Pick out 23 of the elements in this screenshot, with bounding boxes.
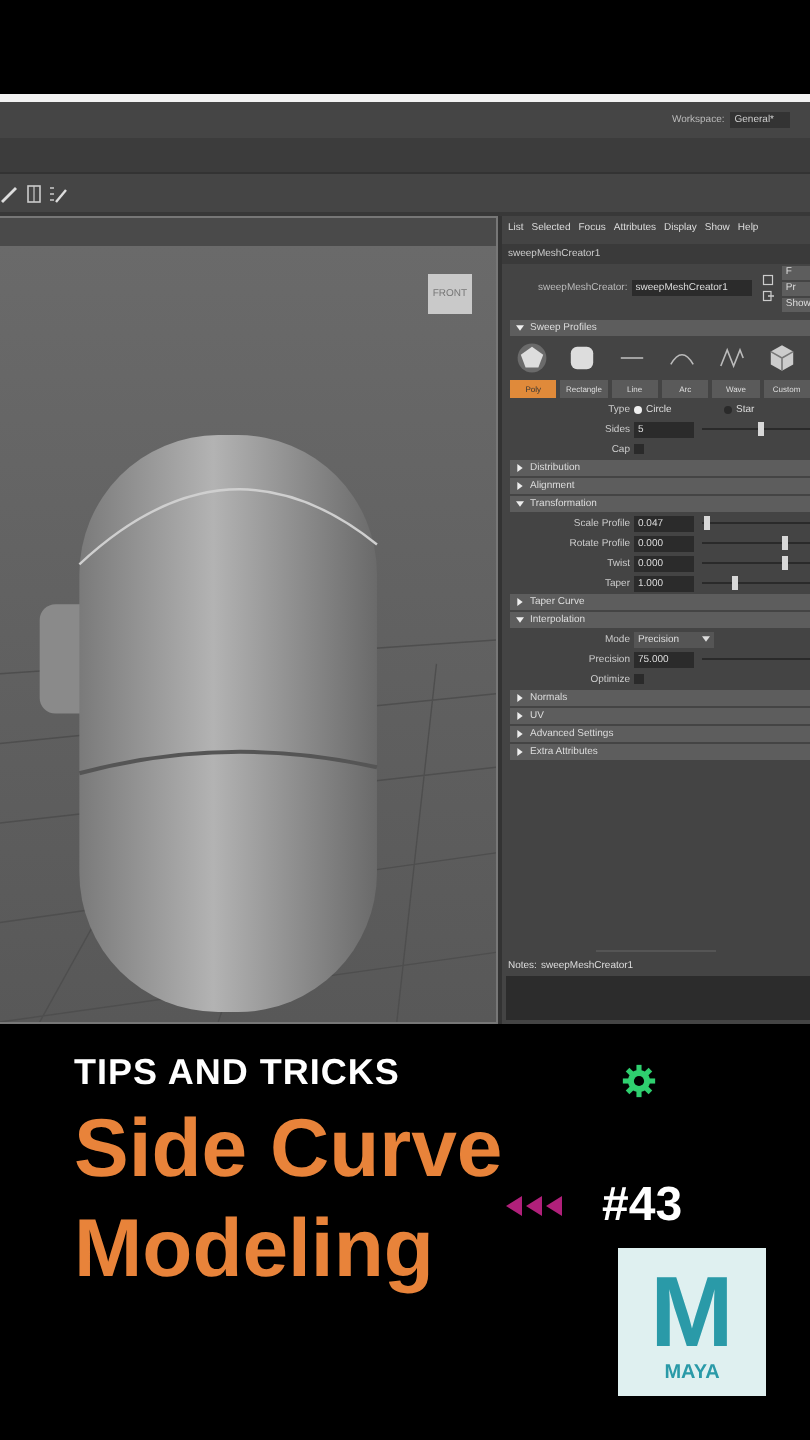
title-text: Side Curve — [74, 1100, 503, 1198]
notes-field[interactable] — [506, 976, 810, 1020]
dropdown-arrow-icon[interactable] — [702, 636, 710, 642]
slider-thumb[interactable] — [782, 536, 789, 550]
checkbox[interactable] — [634, 674, 644, 684]
gear-icon — [622, 1064, 656, 1098]
radio-button[interactable] — [634, 405, 642, 413]
pentagon-icon[interactable] — [516, 342, 548, 374]
checkbox[interactable] — [634, 444, 644, 454]
episode-number: #43 — [602, 1178, 683, 1234]
dashed-pencil-icon[interactable] — [48, 183, 68, 203]
slider-thumb[interactable] — [757, 422, 764, 436]
pencil-icon[interactable] — [0, 183, 20, 203]
slider-thumb[interactable] — [731, 576, 738, 590]
slider-thumb[interactable] — [782, 556, 789, 570]
maya-logo: M MAYA — [618, 1248, 766, 1396]
slider-thumb[interactable] — [703, 516, 710, 530]
panel-icon[interactable] — [24, 183, 44, 203]
kicker-text: TIPS AND TRICKS — [74, 1052, 402, 1094]
cube-icon[interactable] — [766, 342, 798, 374]
rounded-square-icon[interactable] — [566, 342, 598, 374]
title-text: Modeling — [74, 1200, 434, 1298]
output-arrow-icon[interactable] — [761, 290, 774, 302]
